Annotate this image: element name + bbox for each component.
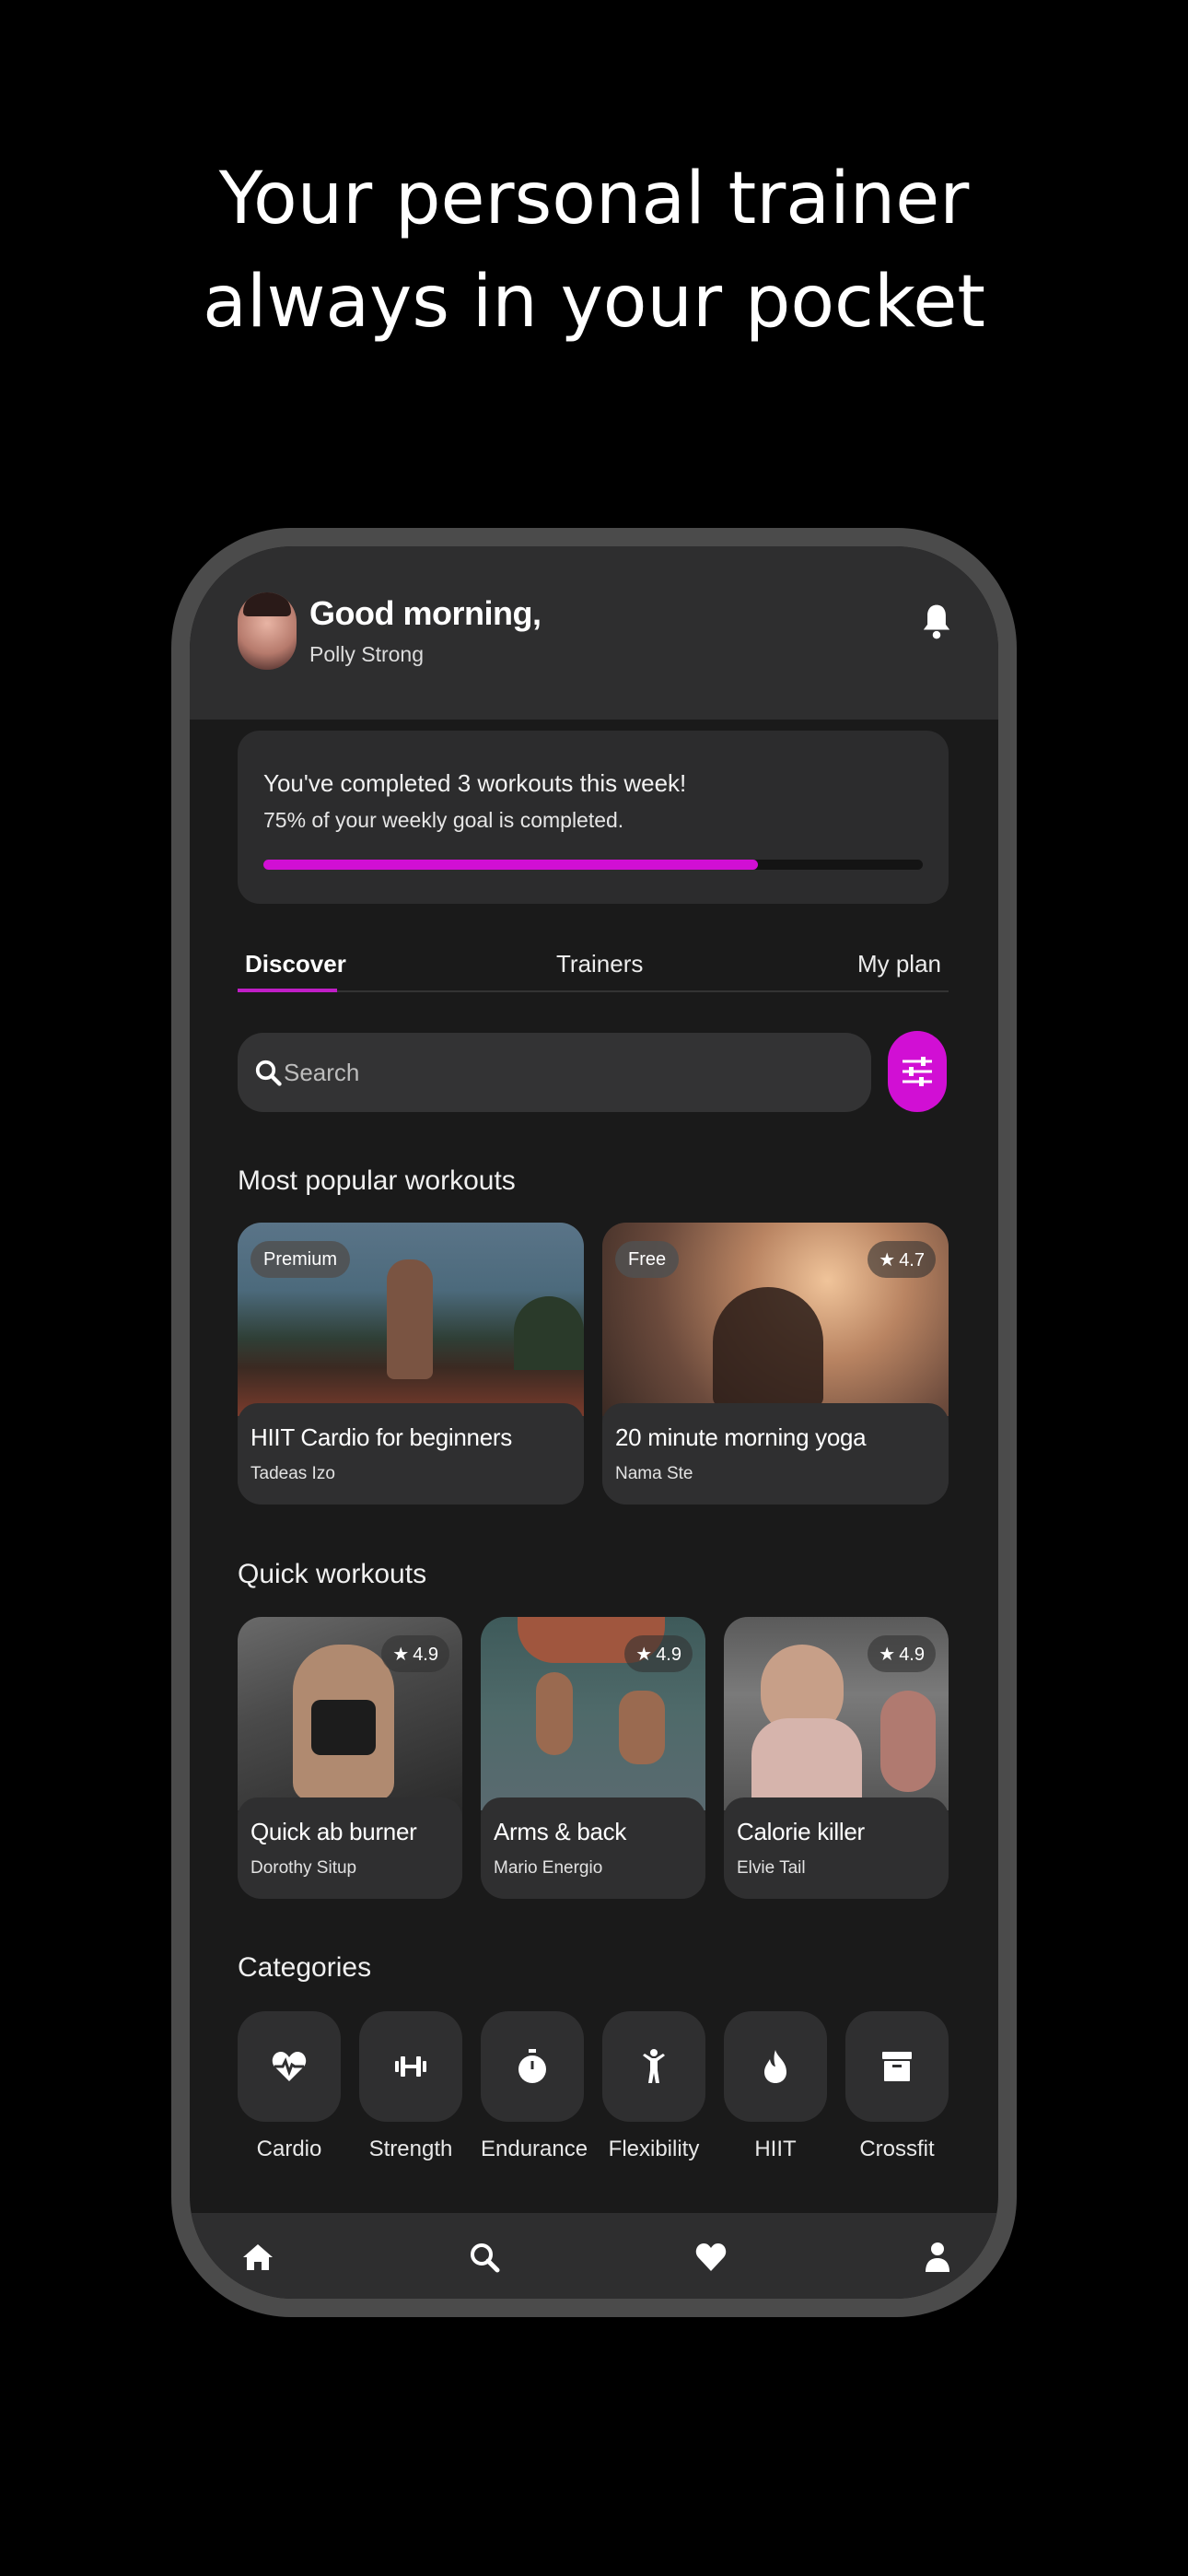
weekly-progress-card: You've completed 3 workouts this week! 7…	[238, 731, 949, 904]
rating-value: 4.9	[656, 1645, 681, 1665]
progress-bar	[263, 860, 923, 870]
workout-card[interactable]: Free ★ 4.7 20 minute morning yoga Nama St…	[602, 1223, 949, 1505]
rating-badge: ★ 4.9	[624, 1635, 693, 1672]
category-label: Strength	[368, 2137, 453, 2161]
category-tile[interactable]	[238, 2011, 341, 2122]
active-tab-indicator	[238, 989, 337, 992]
category-label: Endurance	[481, 2137, 588, 2161]
bell-icon[interactable]	[921, 602, 952, 642]
category-tile[interactable]	[845, 2011, 949, 2122]
workout-card[interactable]: Premium HIIT Cardio for beginners Tadeas…	[238, 1223, 584, 1505]
tab-divider	[238, 990, 949, 992]
category-label: HIIT	[754, 2137, 797, 2161]
quick-section-title: Quick workouts	[238, 1559, 427, 1589]
stretch-person-icon	[643, 2049, 665, 2083]
category-label: Flexibility	[608, 2137, 700, 2161]
rating-value: 4.7	[899, 1250, 925, 1270]
rating-value: 4.9	[899, 1645, 925, 1665]
category-cardio[interactable]: Cardio	[238, 2011, 341, 2162]
category-crossfit[interactable]: Crossfit	[845, 2011, 949, 2162]
workout-trainer: Dorothy Situp	[250, 1858, 357, 1878]
search-icon[interactable]	[468, 2241, 501, 2274]
sliders-icon	[903, 1057, 932, 1086]
heart-pulse-icon	[272, 2052, 307, 2081]
workout-trainer: Mario Energio	[494, 1858, 603, 1878]
box-icon	[882, 2052, 912, 2081]
progress-goal-text: 75% of your weekly goal is completed.	[263, 808, 624, 832]
workout-title: Calorie killer	[737, 1818, 865, 1845]
progress-message: You've completed 3 workouts this week!	[263, 769, 687, 797]
category-tile[interactable]	[359, 2011, 462, 2122]
quick-workout-card[interactable]: ★ 4.9 Calorie killer Elvie Tail	[724, 1617, 949, 1899]
headline: Your personal trainer always in your poc…	[0, 147, 1188, 354]
tab-trainers[interactable]: Trainers	[556, 950, 643, 978]
popular-section-title: Most popular workouts	[238, 1165, 516, 1196]
workout-trainer: Elvie Tail	[737, 1858, 806, 1878]
headline-line-2: always in your pocket	[203, 261, 985, 344]
flame-icon	[764, 2050, 786, 2083]
category-tile[interactable]	[602, 2011, 705, 2122]
category-tile[interactable]	[724, 2011, 827, 2122]
category-strength[interactable]: Strength	[359, 2011, 462, 2162]
workout-card-info: 20 minute morning yoga Nama Ste	[602, 1403, 949, 1505]
workout-trainer: Nama Ste	[615, 1464, 693, 1483]
workout-title: HIIT Cardio for beginners	[250, 1423, 512, 1451]
stopwatch-icon	[518, 2049, 546, 2083]
workout-title: Quick ab burner	[250, 1818, 417, 1845]
bottom-nav	[190, 2213, 998, 2299]
quick-workout-card[interactable]: ★ 4.9 Quick ab burner Dorothy Situp	[238, 1617, 462, 1899]
dumbbell-icon	[395, 2056, 426, 2077]
categories-section-title: Categories	[238, 1952, 372, 1983]
search-field[interactable]: Search	[238, 1033, 871, 1112]
search-input[interactable]: Search	[284, 1059, 359, 1087]
workout-title: 20 minute morning yoga	[615, 1423, 867, 1451]
workout-card-info: Calorie killer Elvie Tail	[724, 1797, 949, 1899]
tab-my-plan[interactable]: My plan	[857, 950, 941, 978]
workout-card-info: HIIT Cardio for beginners Tadeas Izo	[238, 1403, 584, 1505]
tab-discover[interactable]: Discover	[245, 950, 346, 978]
avatar[interactable]	[238, 592, 297, 670]
premium-badge: Premium	[250, 1241, 351, 1278]
user-name: Polly Strong	[309, 642, 425, 666]
user-icon[interactable]	[921, 2241, 954, 2274]
star-icon: ★	[879, 1248, 896, 1270]
category-endurance[interactable]: Endurance	[481, 2011, 588, 2162]
search-icon	[255, 1060, 282, 1086]
workout-title: Arms & back	[494, 1818, 627, 1845]
category-label: Crossfit	[859, 2137, 935, 2161]
heart-icon[interactable]	[694, 2241, 728, 2274]
workout-card-info: Quick ab burner Dorothy Situp	[238, 1797, 462, 1899]
greeting-text: Good morning,	[309, 594, 542, 632]
star-icon: ★	[635, 1643, 653, 1665]
workout-trainer: Tadeas Izo	[250, 1464, 335, 1483]
tab-bar: Discover Trainers My plan	[238, 933, 949, 998]
phone-frame: Good morning, Polly Strong You've comple…	[171, 528, 1017, 2317]
workout-card-info: Arms & back Mario Energio	[481, 1797, 705, 1899]
star-icon: ★	[392, 1643, 410, 1665]
home-icon[interactable]	[241, 2241, 274, 2274]
category-tile[interactable]	[481, 2011, 584, 2122]
category-flexibility[interactable]: Flexibility	[602, 2011, 705, 2162]
app-header: Good morning, Polly Strong	[190, 546, 998, 720]
rating-badge: ★ 4.9	[381, 1635, 449, 1672]
star-icon: ★	[879, 1643, 896, 1665]
rating-badge: ★ 4.7	[868, 1241, 936, 1278]
app-screen: Good morning, Polly Strong You've comple…	[190, 546, 998, 2299]
category-label: Cardio	[256, 2137, 322, 2161]
quick-workout-card[interactable]: ★ 4.9 Arms & back Mario Energio	[481, 1617, 705, 1899]
progress-bar-fill	[263, 860, 758, 870]
headline-line-1: Your personal trainer	[218, 158, 970, 240]
free-badge: Free	[615, 1241, 680, 1278]
rating-value: 4.9	[413, 1645, 438, 1665]
filter-button[interactable]	[888, 1031, 947, 1112]
category-hiit[interactable]: HIIT	[724, 2011, 827, 2162]
rating-badge: ★ 4.9	[868, 1635, 936, 1672]
